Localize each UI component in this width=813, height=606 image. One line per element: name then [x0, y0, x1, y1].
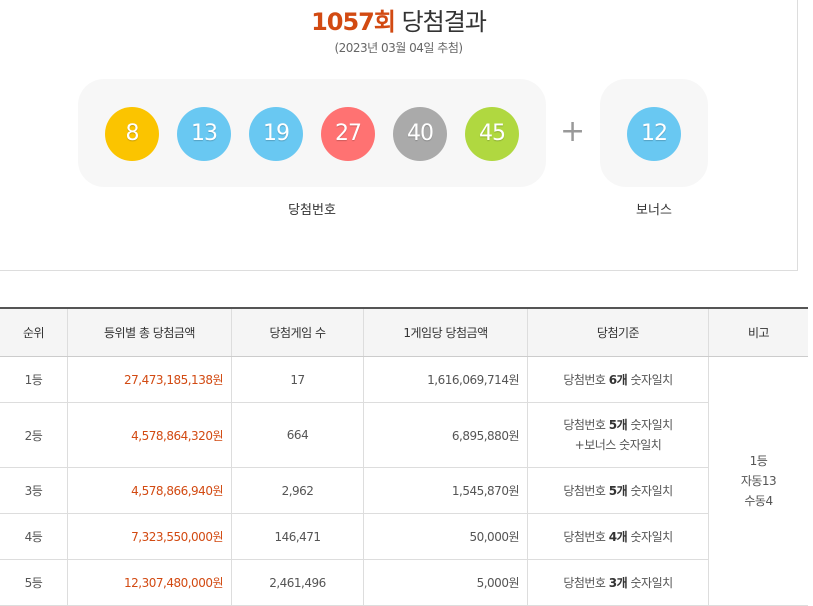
table-row: 2등 4,578,864,320원 664 6,895,880원 당첨번호 5개…: [0, 402, 808, 468]
ball-3: 19: [249, 107, 303, 161]
prize-per-game-cell: 5,000원: [363, 559, 528, 606]
prize-per-game-cell: 1,616,069,714원: [363, 356, 528, 403]
ball-5: 40: [393, 107, 447, 161]
note-line: 1등: [749, 454, 768, 468]
prize-per-game-cell: 6,895,880원: [363, 402, 528, 468]
criteria-cell: 당첨번호 5개 숫자일치 +보너스 숫자일치: [527, 402, 709, 468]
note-line: 자동13: [740, 474, 777, 488]
page-title: 1057회 당첨결과: [0, 2, 797, 37]
rank-cell: 5등: [0, 559, 68, 606]
bonus-ball-panel: 12: [600, 79, 708, 187]
total-prize-cell: 12,307,480,000원: [67, 559, 232, 606]
criteria-count: 6개: [608, 373, 628, 387]
criteria-text: 숫자일치: [627, 373, 674, 387]
criteria-bonus-text: +보너스 숫자일치: [574, 438, 662, 452]
criteria-cell: 당첨번호 5개 숫자일치: [527, 467, 709, 514]
prize-table: 순위 등위별 총 당첨금액 당첨게임 수 1게임당 당첨금액 당첨기준 비고 1…: [0, 307, 808, 606]
table-row: 5등 12,307,480,000원 2,461,496 5,000원 당첨번호…: [0, 559, 808, 606]
round-number: 1057회: [311, 8, 396, 36]
table-row: 4등 7,323,550,000원 146,471 50,000원 당첨번호 4…: [0, 513, 808, 560]
winner-count-cell: 146,471: [231, 513, 364, 560]
total-prize-cell: 7,323,550,000원: [67, 513, 232, 560]
winning-balls-panel: 8 13 19 27 40 45: [78, 79, 546, 187]
rank-cell: 2등: [0, 402, 68, 468]
prize-per-game-cell: 50,000원: [363, 513, 528, 560]
header-winner-count: 당첨게임 수: [231, 307, 364, 357]
criteria-text: 숫자일치: [627, 530, 674, 544]
draw-date: (2023년 03월 04일 추첨): [334, 41, 463, 55]
ball-4: 27: [321, 107, 375, 161]
winning-numbers-caption: 당첨번호: [288, 203, 336, 218]
winner-count-cell: 17: [231, 356, 364, 403]
prize-per-game-cell: 1,545,870원: [363, 467, 528, 514]
criteria-text: 당첨번호: [563, 418, 609, 432]
criteria-text: 숫자일치: [627, 576, 674, 590]
ball-1: 8: [105, 107, 159, 161]
rank-cell: 3등: [0, 467, 68, 514]
rank-cell: 4등: [0, 513, 68, 560]
total-prize-cell: 4,578,866,940원: [67, 467, 232, 514]
criteria-count: 5개: [608, 484, 628, 498]
bonus-caption: 보너스: [636, 203, 672, 218]
criteria-cell: 당첨번호 4개 숫자일치: [527, 513, 709, 560]
rank-cell: 1등: [0, 356, 68, 403]
total-prize-cell: 4,578,864,320원: [67, 402, 232, 468]
criteria-cell: 당첨번호 3개 숫자일치: [527, 559, 709, 606]
plus-sign: +: [560, 114, 586, 149]
table-header-row: 순위 등위별 총 당첨금액 당첨게임 수 1게임당 당첨금액 당첨기준 비고: [0, 307, 808, 357]
note-line: 수동4: [744, 494, 773, 508]
total-prize-cell: 27,473,185,138원: [67, 356, 232, 403]
header-prize-per-game: 1게임당 당첨금액: [363, 307, 528, 357]
winner-count-cell: 2,461,496: [231, 559, 364, 606]
criteria-text: 당첨번호: [563, 530, 609, 544]
winner-count-cell: 664: [231, 402, 364, 468]
criteria-count: 4개: [608, 530, 628, 544]
ball-2: 13: [177, 107, 231, 161]
winner-count-cell: 2,962: [231, 467, 364, 514]
header-total-prize: 등위별 총 당첨금액: [67, 307, 232, 357]
header-criteria: 당첨기준: [527, 307, 709, 357]
criteria-cell: 당첨번호 6개 숫자일치: [527, 356, 709, 403]
criteria-text: 당첨번호: [563, 373, 609, 387]
criteria-text: 당첨번호: [563, 484, 609, 498]
title-suffix: 당첨결과: [401, 8, 487, 36]
criteria-count: 5개: [608, 418, 628, 432]
criteria-text: 숫자일치: [627, 418, 674, 432]
header-rank: 순위: [0, 307, 68, 357]
bonus-ball: 12: [627, 107, 681, 161]
draw-result-panel: 1057회 당첨결과 (2023년 03월 04일 추첨) 8 13 19 27…: [0, 0, 798, 271]
criteria-text: 당첨번호: [563, 576, 609, 590]
table-row: 1등 27,473,185,138원 17 1,616,069,714원 당첨번…: [0, 356, 808, 606]
note-cell: 1등 자동13 수동4: [708, 356, 808, 606]
table-row: 3등 4,578,866,940원 2,962 1,545,870원 당첨번호 …: [0, 467, 808, 514]
header-note: 비고: [708, 307, 808, 357]
criteria-count: 3개: [608, 576, 628, 590]
ball-6: 45: [465, 107, 519, 161]
criteria-text: 숫자일치: [627, 484, 674, 498]
